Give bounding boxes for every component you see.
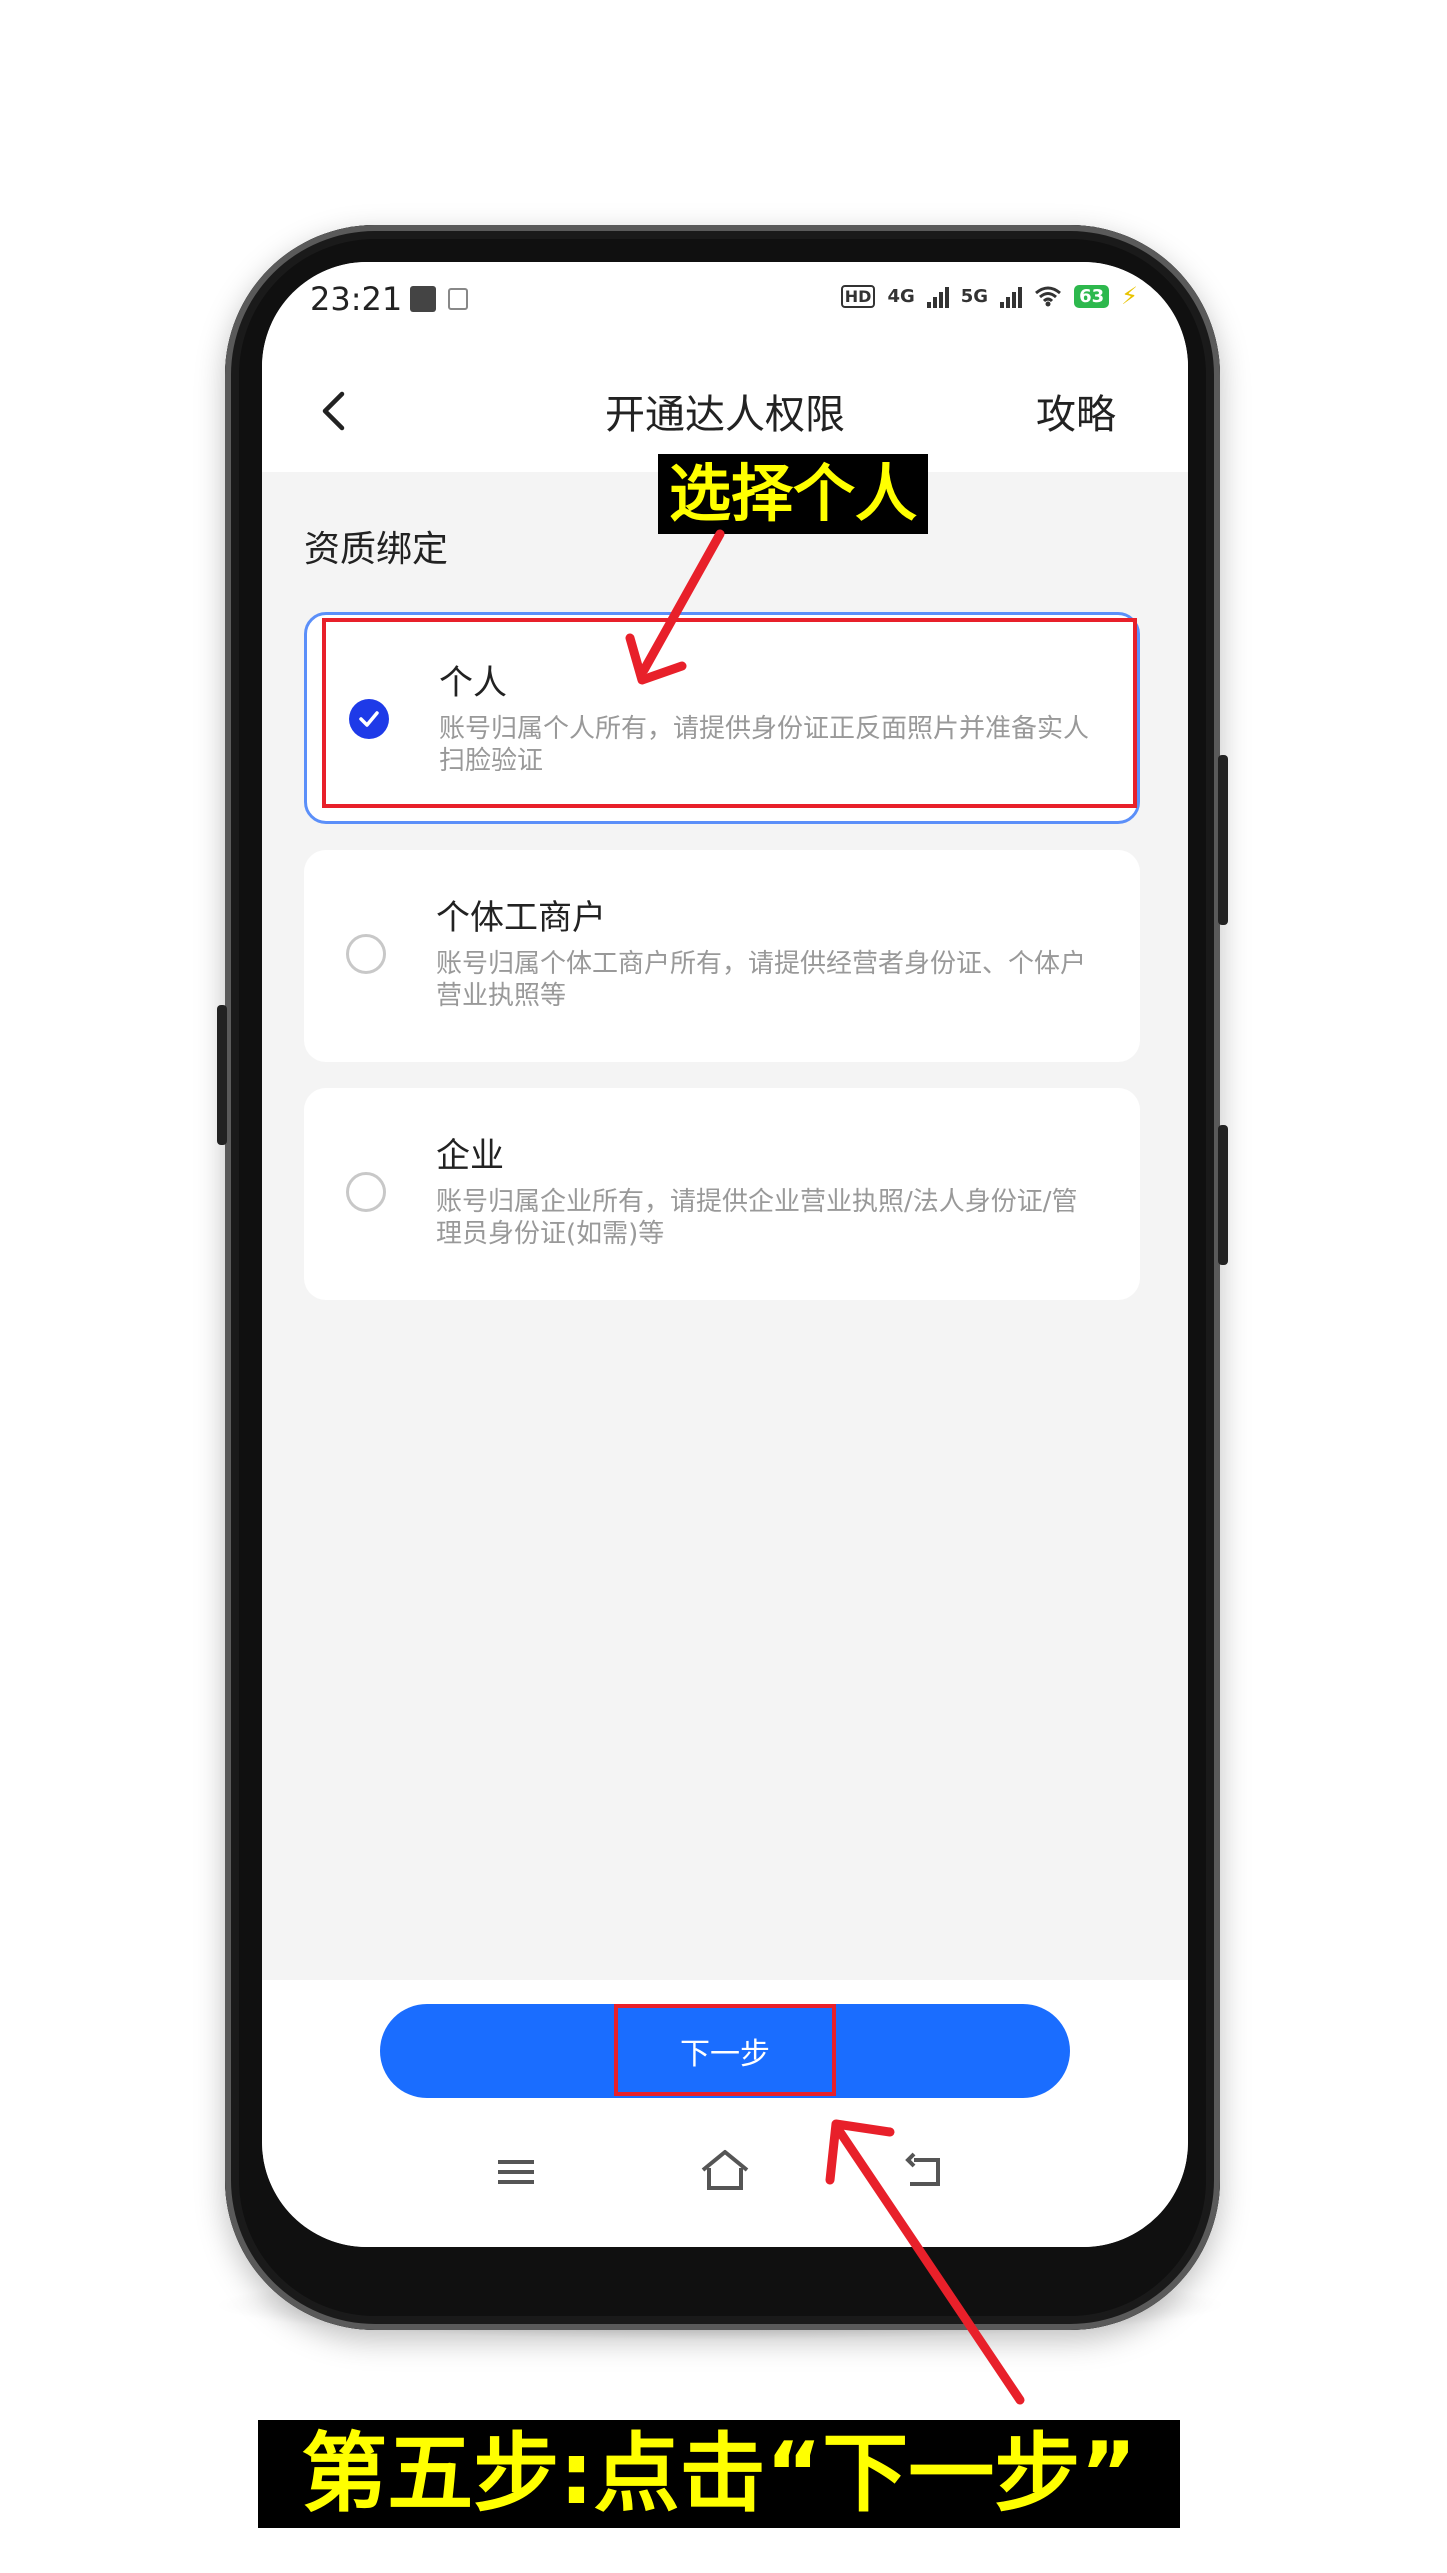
- radio-unchecked-icon[interactable]: [346, 934, 386, 974]
- notification-icon: [410, 286, 436, 312]
- status-time: 23:21: [310, 280, 403, 318]
- option-title: 企业: [436, 1136, 504, 1176]
- signal-5g-icon: [1000, 284, 1023, 308]
- system-nav-bar: [262, 2142, 1188, 2222]
- section-label: 资质绑定: [304, 529, 449, 570]
- charging-icon: ⚡: [1121, 282, 1138, 310]
- highlight-next-button-box: [614, 2004, 836, 2096]
- option-card-individual-business[interactable]: 个体工商户 账号归属个体工商户所有，请提供经营者身份证、个体户营业执照等: [304, 850, 1140, 1062]
- status-bar: 23:21 HD 4G 5G 63 ⚡: [262, 262, 1188, 354]
- option-title: 个体工商户: [436, 898, 606, 938]
- home-icon[interactable]: [698, 2148, 752, 2194]
- step-caption: 第五步:点击“下一步”: [258, 2420, 1180, 2528]
- option-description: 账号归属企业所有，请提供企业营业执照/法人身份证/管理员身份证(如需)等: [436, 1187, 1078, 1249]
- side-button-power: [1218, 755, 1228, 925]
- hd-icon: HD: [840, 284, 876, 308]
- sim-icon: [448, 288, 468, 310]
- signal-4g-icon: [926, 284, 949, 308]
- network-5g-label: 5G: [960, 285, 989, 307]
- wifi-icon: [1035, 286, 1062, 307]
- side-button-volume: [217, 1005, 227, 1145]
- option-card-enterprise[interactable]: 企业 账号归属企业所有，请提供企业营业执照/法人身份证/管理员身份证(如需)等: [304, 1088, 1140, 1300]
- option-description: 账号归属个体工商户所有，请提供经营者身份证、个体户营业执照等: [436, 949, 1087, 1011]
- arrow-to-personal-icon: [625, 529, 725, 685]
- menu-icon[interactable]: [494, 2154, 538, 2190]
- arrow-to-next-icon: [825, 2119, 1025, 2405]
- radio-unchecked-icon[interactable]: [346, 1172, 386, 1212]
- network-4g-label: 4G: [887, 285, 915, 307]
- guide-link[interactable]: 攻略: [1036, 382, 1116, 440]
- battery-icon: 63: [1074, 284, 1110, 308]
- side-button-extra: [1218, 1125, 1228, 1265]
- status-indicators: HD 4G 5G 63 ⚡: [840, 282, 1138, 310]
